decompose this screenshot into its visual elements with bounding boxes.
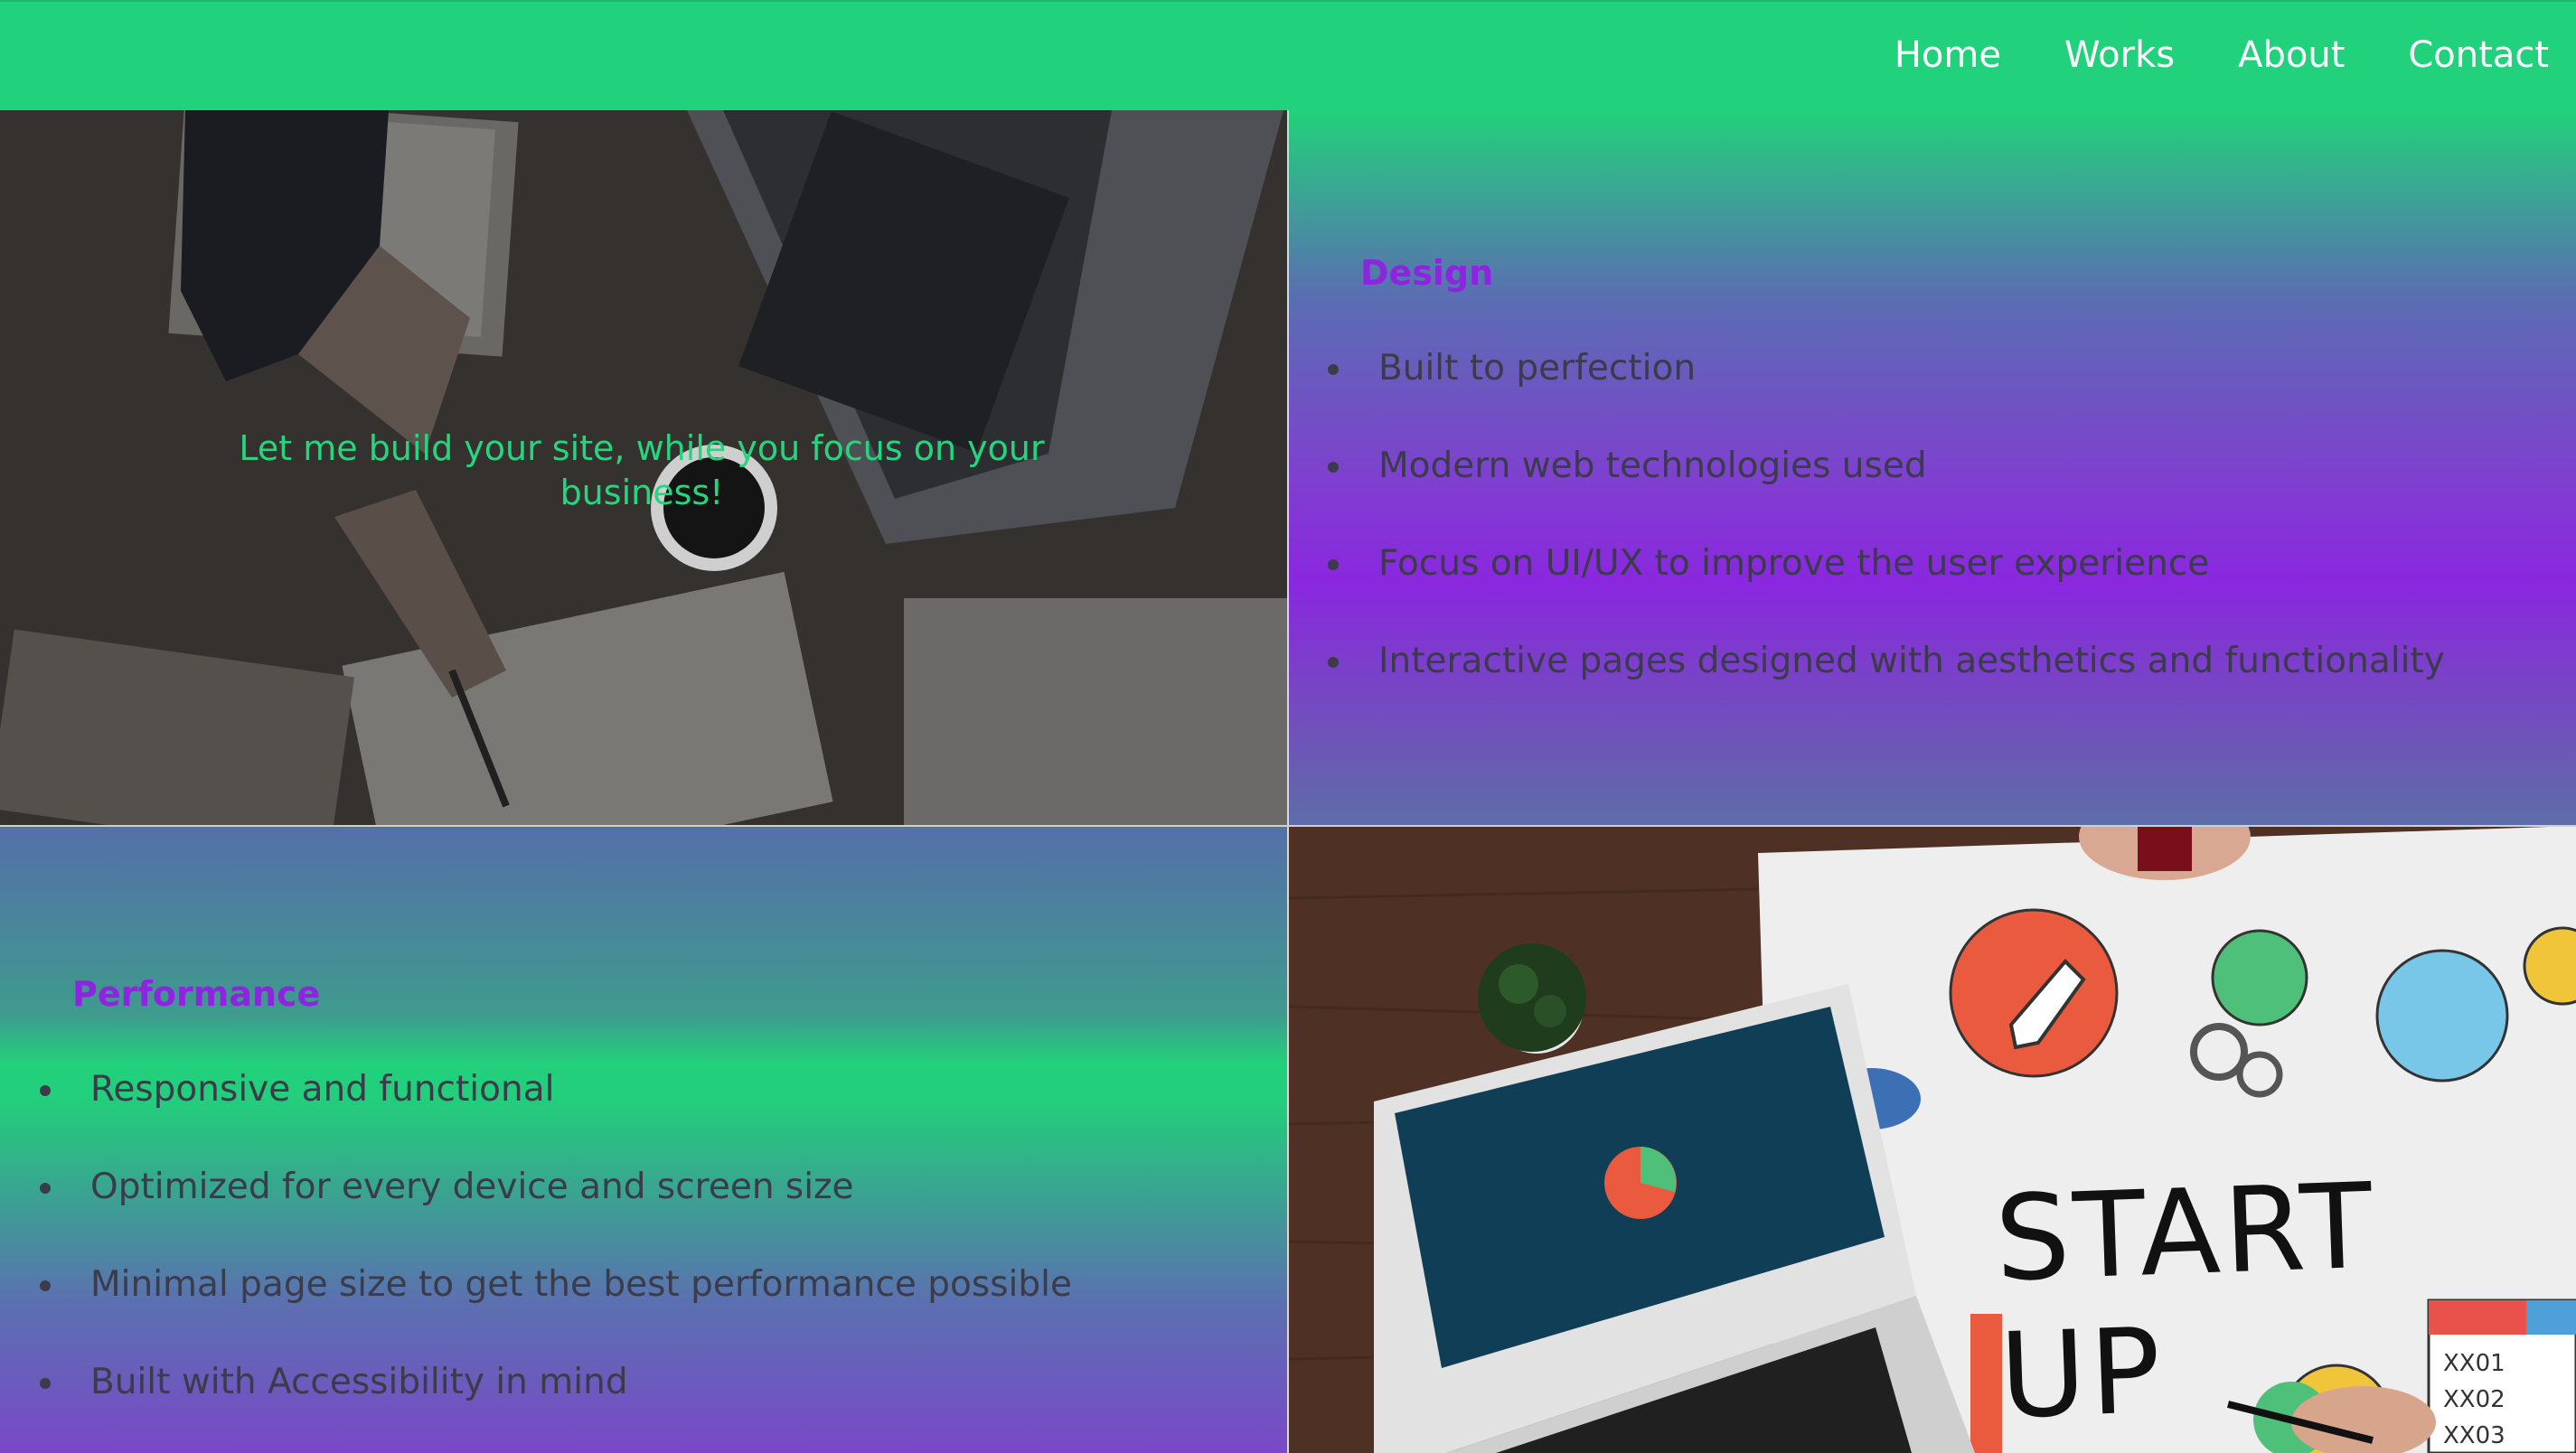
hero-panel: Let me build your site, while you focus … [0,110,1288,826]
design-feature-list: Built to perfection Modern web technolog… [1328,347,2445,737]
list-item: Focus on UI/UX to improve the user exper… [1328,542,2445,640]
nav-link-home[interactable]: Home [1894,34,2001,76]
nav-link-about[interactable]: About [2238,34,2345,76]
design-title: Design [1360,253,1494,293]
checklist-item: XX03 [2443,1422,2505,1449]
checklist: XX01 XX02 XX03 [2443,1350,2505,1453]
top-navbar: Home Works About Contact [0,0,2576,110]
nav-link-works[interactable]: Works [2064,34,2175,76]
list-item: Built with Accessibility in mind [40,1361,1072,1453]
performance-title: Performance [72,974,321,1014]
list-item: Responsive and functional [40,1068,1072,1166]
checklist-item: XX02 [2443,1386,2505,1413]
list-item: Minimal page size to get the best perfor… [40,1263,1072,1361]
checklist-item: XX01 [2443,1350,2505,1377]
nav-links: Home Works About Contact [1831,2,2549,108]
startup-image-panel: START UP XX01 XX02 XX03 [1288,826,2576,1453]
list-item: Interactive pages designed with aestheti… [1328,640,2445,737]
hero-tagline: Let me build your site, while you focus … [239,428,1045,512]
performance-panel: Performance Responsive and functional Op… [0,826,1288,1453]
vertical-divider [1287,110,1289,1453]
horizontal-divider [0,825,2576,827]
list-item: Built to perfection [1328,347,2445,445]
list-item: Modern web technologies used [1328,445,2445,542]
nav-link-contact[interactable]: Contact [2408,34,2549,76]
design-panel: Design Built to perfection Modern web te… [1288,110,2576,826]
performance-feature-list: Responsive and functional Optimized for … [40,1068,1072,1453]
list-item: Optimized for every device and screen si… [40,1166,1072,1263]
